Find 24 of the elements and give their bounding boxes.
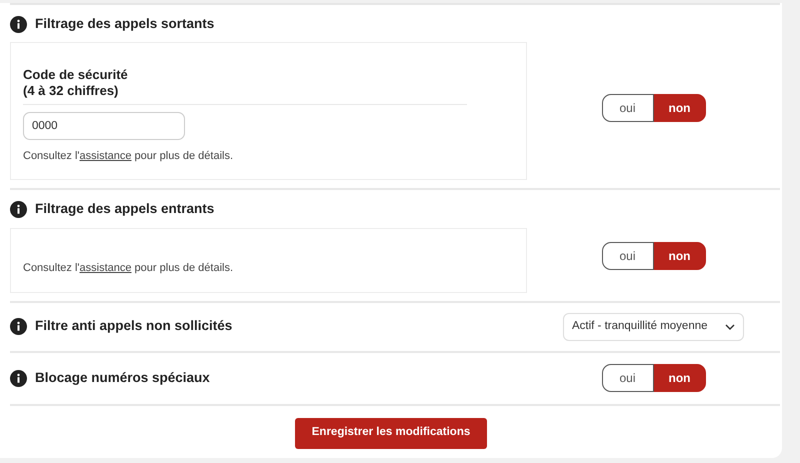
info-icon[interactable] bbox=[10, 318, 27, 335]
toggle-option[interactable]: oui bbox=[602, 94, 654, 122]
toggle-option[interactable]: non bbox=[654, 94, 706, 122]
assistance-link[interactable]: assistance bbox=[80, 150, 132, 162]
section-title: Blocage numéros spéciaux bbox=[35, 368, 210, 387]
save-button[interactable]: Enregistrer les modifications bbox=[295, 418, 487, 448]
section-title: Filtrage des appels entrants bbox=[35, 200, 214, 218]
section-title: Filtre anti appels non sollicités bbox=[35, 317, 232, 336]
code-input[interactable]: 0000 bbox=[23, 112, 185, 140]
field-label: Code de sécurité bbox=[23, 67, 129, 83]
info-icon[interactable] bbox=[10, 370, 27, 386]
assistance-link[interactable]: assistance bbox=[80, 262, 132, 274]
toggle-option[interactable]: oui bbox=[602, 364, 654, 392]
toggle-option[interactable]: non bbox=[654, 364, 706, 392]
toggle-option[interactable]: oui bbox=[602, 242, 654, 270]
help-text: Consultez l'assistance pour plus de détails. bbox=[23, 149, 234, 164]
section-title: Filtrage des appels sortants bbox=[35, 15, 214, 33]
info-icon[interactable] bbox=[10, 16, 27, 33]
info-icon[interactable] bbox=[10, 200, 27, 218]
field-label: (4 à 32 chiffres) bbox=[23, 82, 120, 98]
help-text: Consultez l'assistance pour plus de détails. bbox=[23, 260, 234, 276]
chevron-down-icon bbox=[725, 324, 735, 330]
filter-dropdown[interactable]: Actif - tranquillité moyenne bbox=[563, 312, 744, 340]
toggle-option[interactable]: non bbox=[654, 242, 706, 270]
